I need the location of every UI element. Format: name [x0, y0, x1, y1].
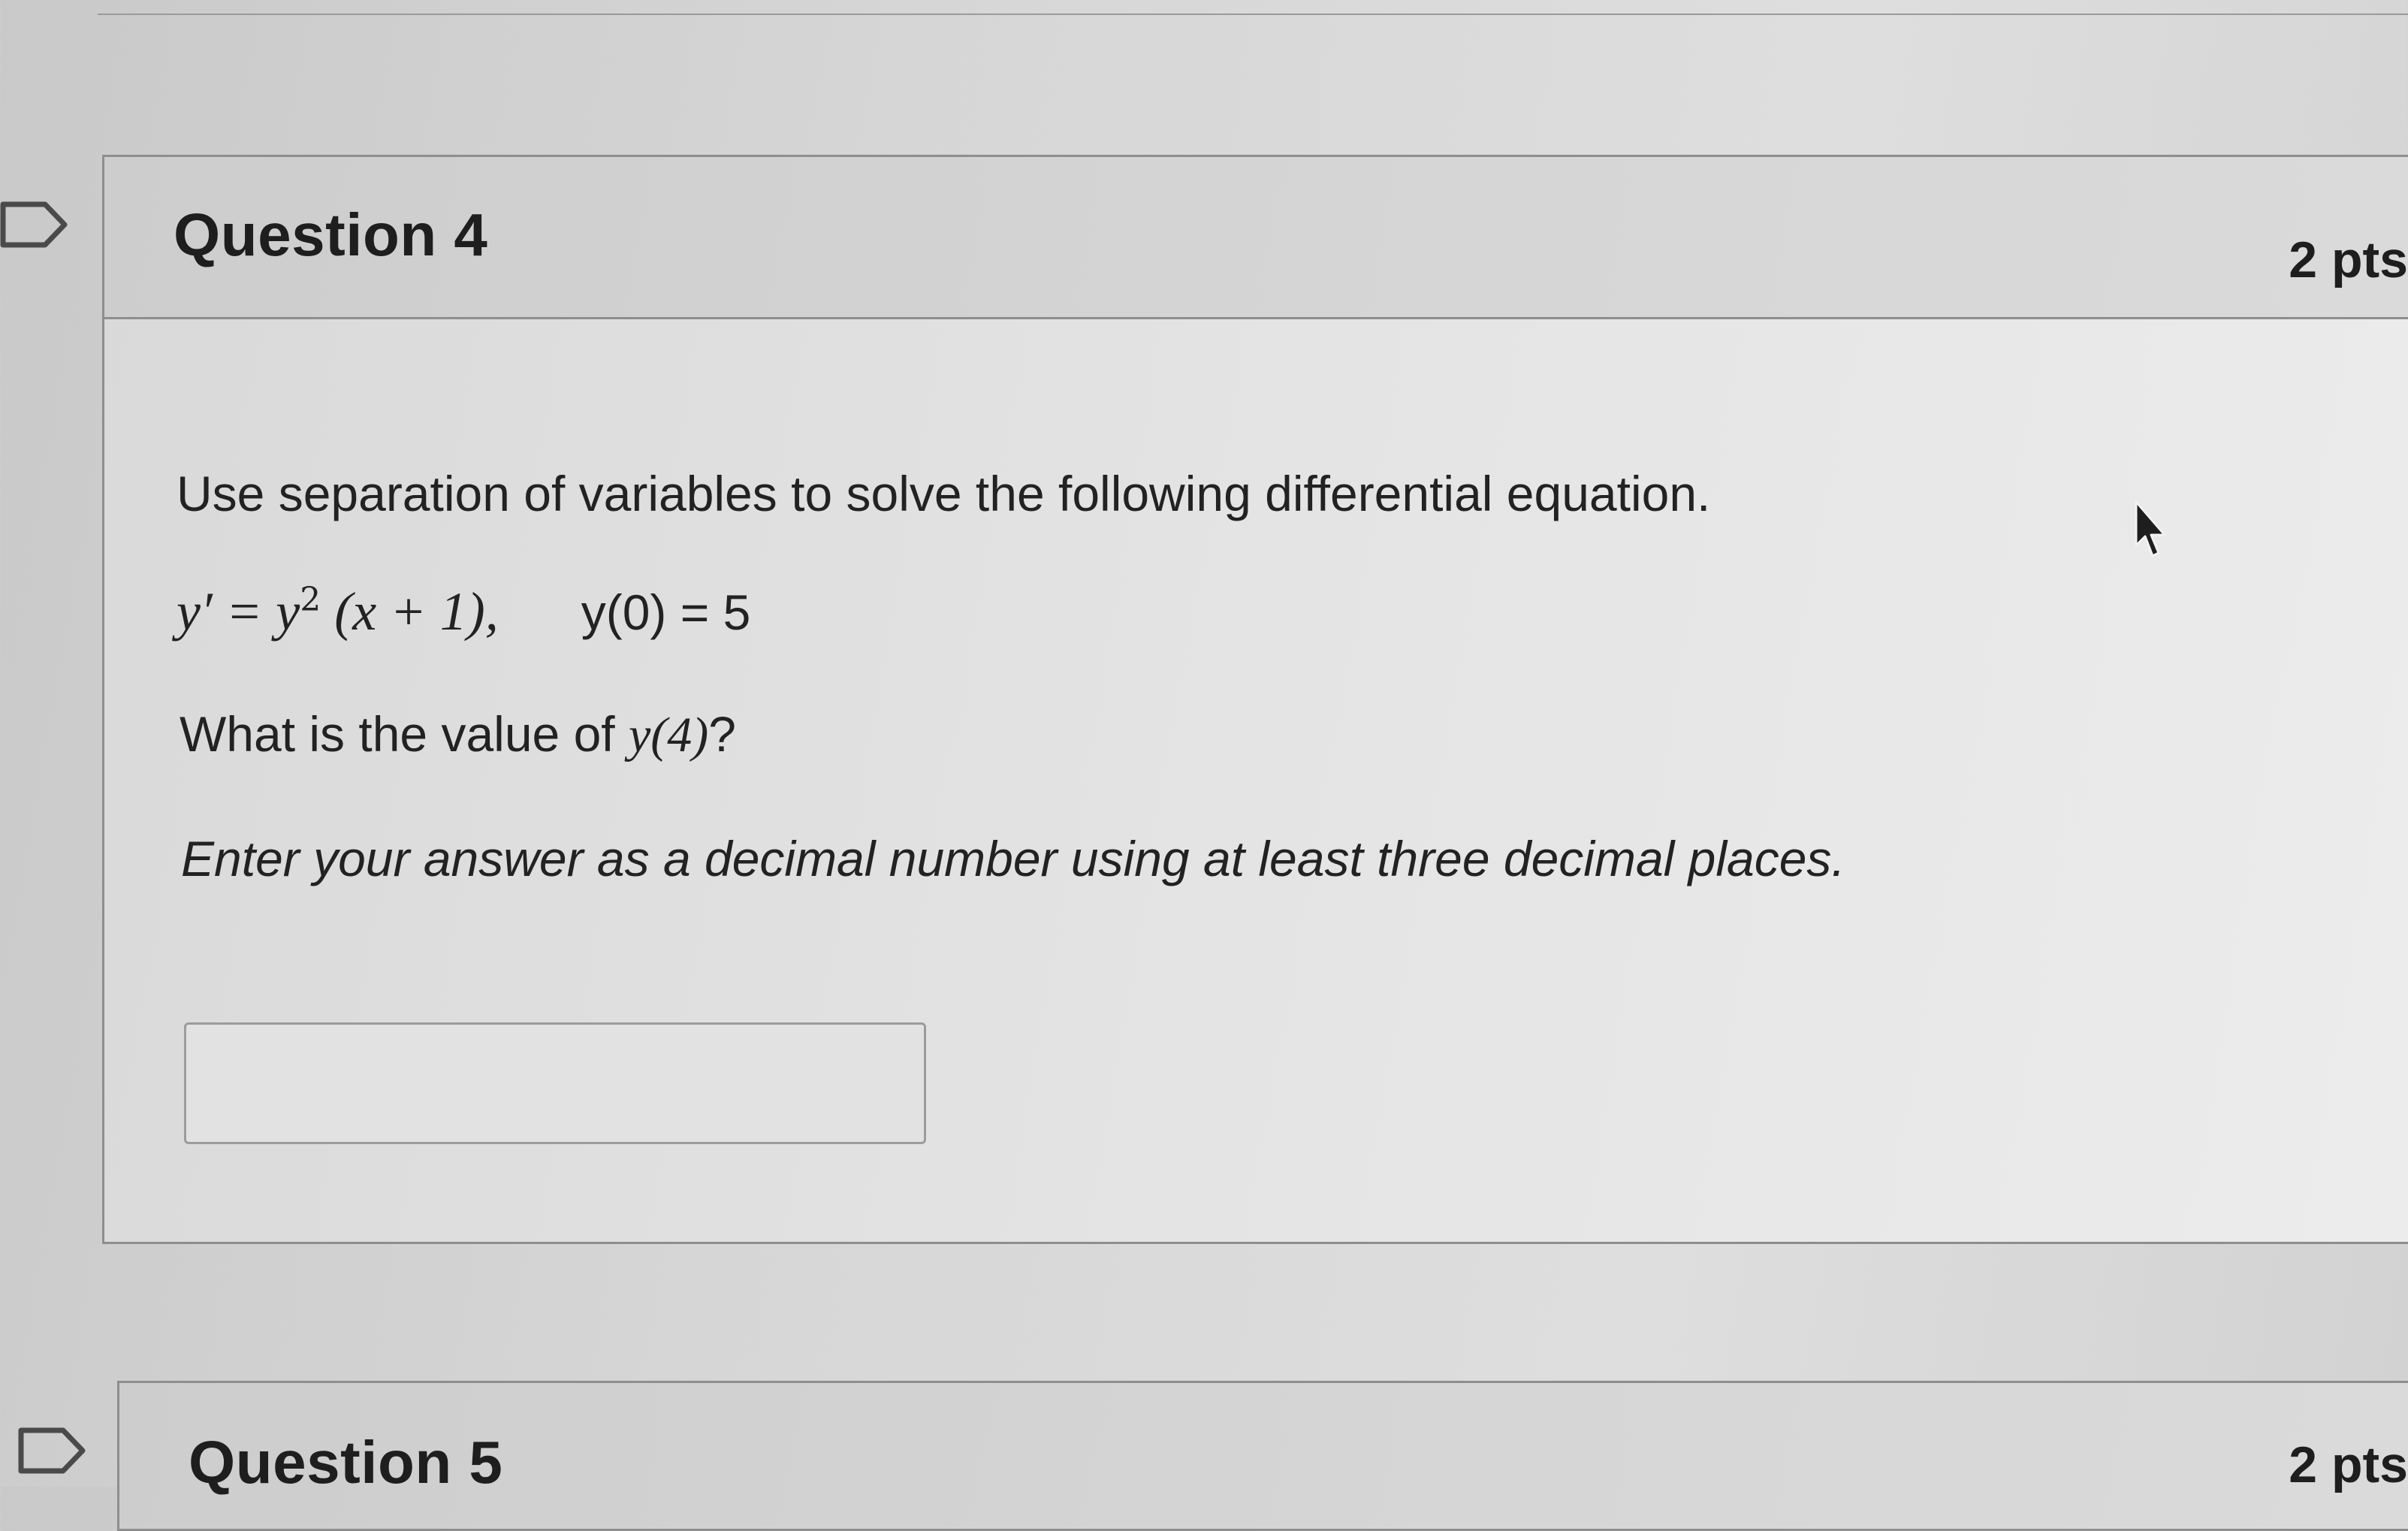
answer-instruction: Enter your answer as a decimal number us…	[181, 831, 1845, 886]
equation-lhs: y′ = y	[177, 581, 300, 642]
initial-condition: y(0) = 5	[581, 584, 751, 640]
differential-equation: y′ = y2 (x + 1), y(0) = 5	[177, 579, 750, 643]
question-text-variable: y(4)	[628, 708, 709, 762]
mouse-pointer-icon	[2133, 500, 2168, 560]
top-divider	[98, 14, 2408, 15]
question-prompt: Use separation of variables to solve the…	[177, 466, 1711, 521]
answer-input[interactable]	[184, 1022, 926, 1144]
equation-rhs: (x + 1),	[321, 581, 499, 642]
question-text-suffix: ?	[708, 706, 736, 762]
question-4-header: Question 4 2 pts	[104, 157, 2408, 319]
question-title: Question 4	[174, 201, 488, 268]
question-title: Question 5	[189, 1429, 503, 1496]
question-text: What is the value of y(4)?	[180, 705, 736, 764]
flag-question-4-icon[interactable]	[0, 201, 68, 248]
question-5-card: Question 5 2 pts	[117, 1381, 2408, 1531]
question-text-prefix: What is the value of	[180, 706, 629, 762]
equation-exponent: 2	[300, 581, 321, 619]
question-points: 2 pts	[2289, 1436, 2408, 1493]
question-4-card: Question 4 2 pts Use separation of varia…	[102, 155, 2408, 1244]
question-points: 2 pts	[2289, 231, 2408, 288]
flag-question-5-icon[interactable]	[18, 1427, 86, 1474]
